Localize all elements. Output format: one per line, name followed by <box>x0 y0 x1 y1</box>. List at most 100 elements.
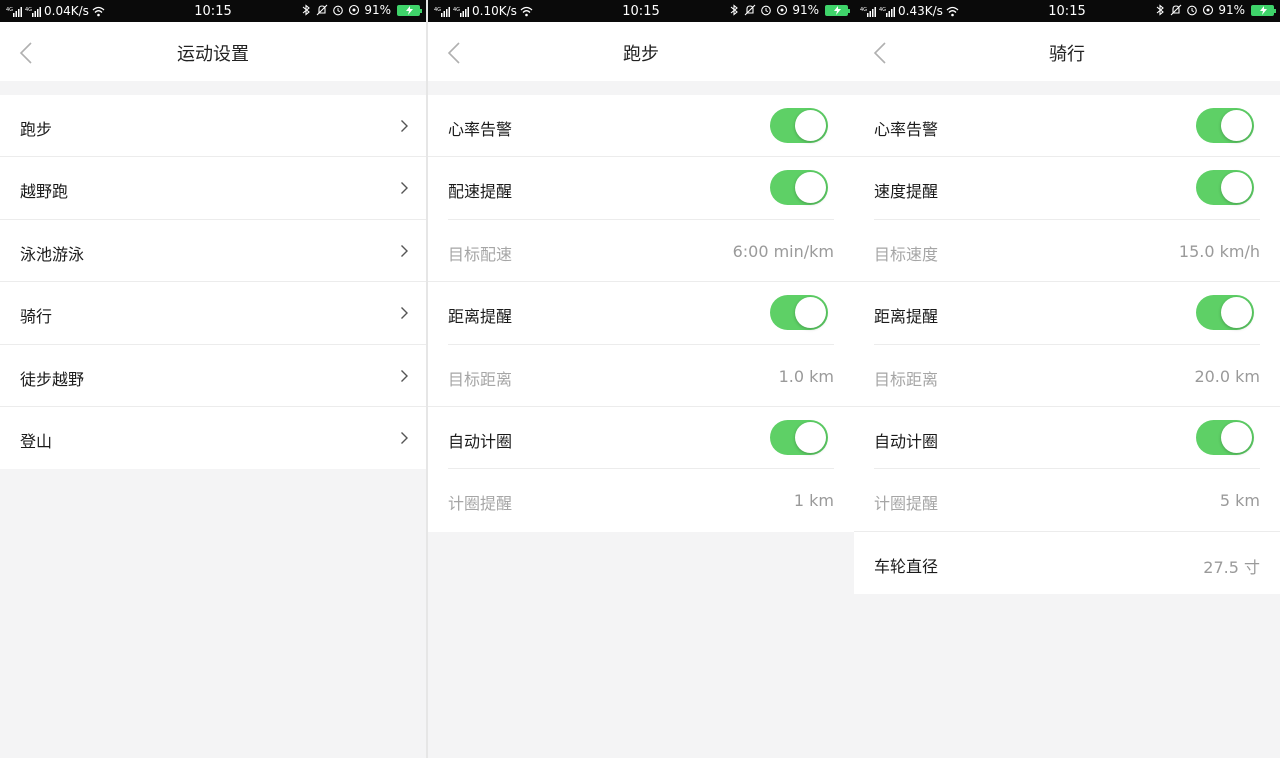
status-right: 91% <box>728 3 850 17</box>
distance-reminder-toggle[interactable] <box>770 295 828 331</box>
row-label: 配速提醒 <box>448 182 513 202</box>
row-label: 目标距离 <box>448 369 513 389</box>
row-label: 目标配速 <box>448 244 513 264</box>
bluetooth-icon <box>1156 4 1165 16</box>
row-wheel-diameter[interactable]: 车轮直径 27.5 寸 <box>854 532 1280 594</box>
pace-reminder-toggle[interactable] <box>770 170 828 206</box>
toggle-knob <box>795 172 826 204</box>
row-lap-reminder[interactable]: 计圈提醒 1 km <box>428 469 854 531</box>
row-label: 距离提醒 <box>448 307 513 327</box>
row-label: 计圈提醒 <box>874 494 939 514</box>
row-target-distance[interactable]: 目标距离 1.0 km <box>428 345 854 407</box>
speed-reminder-toggle[interactable] <box>1196 170 1254 206</box>
mute-icon <box>1170 4 1182 16</box>
status-bar: 4G 4G 0.43K/s 10:15 91% <box>854 0 1280 22</box>
list-item-label: 越野跑 <box>20 182 69 202</box>
toggle-knob <box>1221 297 1252 329</box>
row-speed-reminder: 速度提醒 <box>854 157 1280 221</box>
wheel-diameter-value: 27.5 寸 <box>1203 557 1260 577</box>
row-label: 距离提醒 <box>874 307 939 327</box>
row-distance-reminder: 距离提醒 <box>428 282 854 345</box>
page-title: 骑行 <box>1049 44 1085 65</box>
row-auto-lap: 自动计圈 <box>428 407 854 470</box>
running-settings-list: 心率告警 配速提醒 目标配速 6:00 min/km 距离提醒 目标距离 1.0… <box>428 95 854 532</box>
row-auto-lap: 自动计圈 <box>854 407 1280 470</box>
chevron-right-icon <box>401 120 408 132</box>
row-target-speed[interactable]: 目标速度 15.0 km/h <box>854 220 1280 283</box>
chevron-right-icon <box>401 307 408 320</box>
distance-reminder-toggle[interactable] <box>1196 295 1254 331</box>
screen-cycling: 4G 4G 0.43K/s 10:15 91% 骑行 心率告警 速度提醒 目标速… <box>854 0 1280 758</box>
section-gap <box>0 81 426 95</box>
nav-bar: 骑行 <box>854 22 1280 81</box>
row-target-pace[interactable]: 目标配速 6:00 min/km <box>428 220 854 283</box>
list-item-cycling[interactable]: 骑行 <box>0 282 426 345</box>
location-icon <box>777 4 788 16</box>
screens: 4G 4G 0.04K/s 10:15 91% 运动设置 跑步 越野跑 泳池游泳… <box>0 0 1280 758</box>
battery-percent: 91% <box>792 3 819 17</box>
list-item-label: 泳池游泳 <box>20 244 85 264</box>
section-gap <box>428 81 854 95</box>
list-item-hiking[interactable]: 徒步越野 <box>0 345 426 407</box>
page-title: 运动设置 <box>177 44 249 65</box>
row-label: 计圈提醒 <box>448 494 513 514</box>
toggle-knob <box>795 297 826 329</box>
status-bar: 4G 4G 0.10K/s 10:15 91% <box>428 0 854 22</box>
toggle-knob <box>1221 172 1252 204</box>
battery-percent: 91% <box>364 3 391 17</box>
mute-icon <box>744 4 756 16</box>
location-icon <box>1203 4 1214 16</box>
location-icon <box>349 4 360 16</box>
row-label: 自动计圈 <box>874 431 939 451</box>
mute-icon <box>316 4 328 16</box>
row-heart-rate-alert: 心率告警 <box>854 95 1280 158</box>
target-distance-value: 20.0 km <box>1194 366 1260 386</box>
row-label: 目标距离 <box>874 369 939 389</box>
row-distance-reminder: 距离提醒 <box>854 282 1280 345</box>
lap-reminder-value: 5 km <box>1219 491 1260 511</box>
screen-sport-settings: 4G 4G 0.04K/s 10:15 91% 运动设置 跑步 越野跑 泳池游泳… <box>0 0 426 758</box>
page-title: 跑步 <box>623 44 659 65</box>
chevron-right-icon <box>401 244 408 257</box>
list-item-label: 登山 <box>20 431 53 451</box>
bluetooth-icon <box>730 4 739 16</box>
list-item-pool-swimming[interactable]: 泳池游泳 <box>0 220 426 283</box>
row-label: 目标速度 <box>874 244 939 264</box>
list-item-running[interactable]: 跑步 <box>0 95 426 158</box>
auto-lap-toggle[interactable] <box>770 419 828 455</box>
status-bar: 4G 4G 0.04K/s 10:15 91% <box>0 0 426 22</box>
row-label: 心率告警 <box>874 120 939 139</box>
target-distance-value: 1.0 km <box>778 366 834 386</box>
row-pace-reminder: 配速提醒 <box>428 157 854 221</box>
nav-bar: 跑步 <box>428 22 854 81</box>
heart-rate-alert-toggle[interactable] <box>770 108 828 143</box>
chevron-right-icon <box>401 182 408 195</box>
row-lap-reminder[interactable]: 计圈提醒 5 km <box>854 469 1280 532</box>
auto-lap-toggle[interactable] <box>1196 419 1254 455</box>
list-item-trail-running[interactable]: 越野跑 <box>0 157 426 220</box>
bluetooth-icon <box>302 4 311 16</box>
target-pace-value: 6:00 min/km <box>732 241 834 261</box>
list-item-label: 骑行 <box>20 307 53 327</box>
list-item-label: 徒步越野 <box>20 369 85 389</box>
heart-rate-alert-toggle[interactable] <box>1196 108 1254 143</box>
status-right: 91% <box>300 3 422 17</box>
toggle-knob <box>1221 110 1252 141</box>
battery-icon <box>825 4 850 16</box>
battery-icon <box>397 4 422 16</box>
status-right: 91% <box>1154 3 1276 17</box>
alarm-icon <box>1187 5 1198 16</box>
sport-list: 跑步 越野跑 泳池游泳 骑行 徒步越野 登山 <box>0 95 426 470</box>
row-label: 速度提醒 <box>874 182 939 202</box>
section-gap <box>854 81 1280 95</box>
list-item-climbing[interactable]: 登山 <box>0 407 426 469</box>
row-label: 心率告警 <box>448 120 513 139</box>
list-item-label: 跑步 <box>20 120 53 139</box>
row-label: 自动计圈 <box>448 431 513 451</box>
chevron-right-icon <box>401 431 408 444</box>
alarm-icon <box>333 5 344 16</box>
row-target-distance[interactable]: 目标距离 20.0 km <box>854 345 1280 407</box>
alarm-icon <box>761 5 772 16</box>
screen-running: 4G 4G 0.10K/s 10:15 91% 跑步 心率告警 配速提醒 目标配… <box>428 0 854 758</box>
battery-percent: 91% <box>1218 3 1245 17</box>
